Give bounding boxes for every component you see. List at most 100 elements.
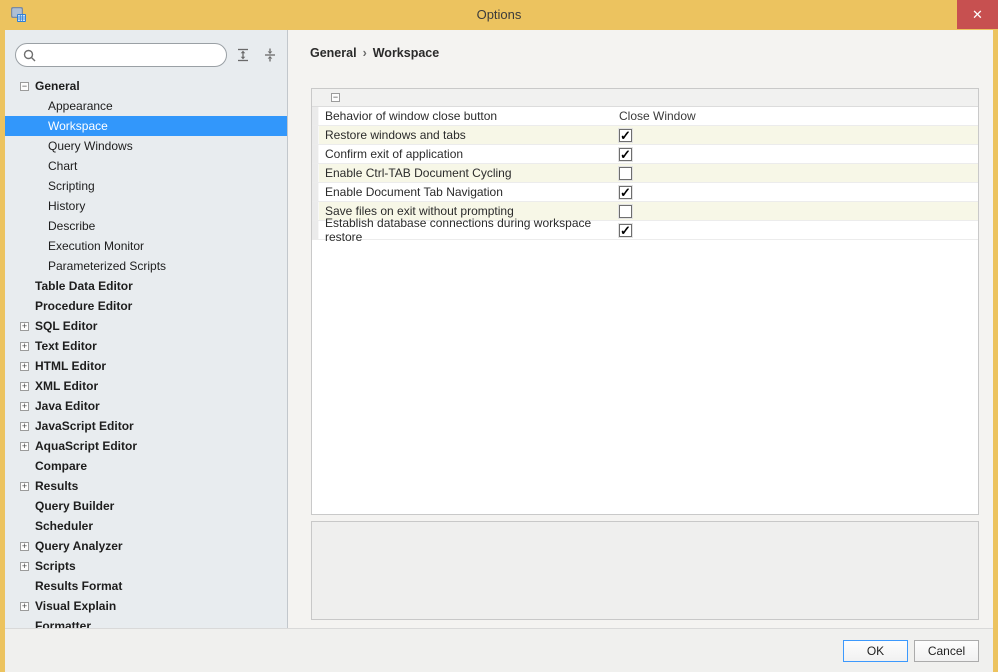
ok-button[interactable]: OK [843, 640, 908, 662]
settings-row-behavior-of-window-close-button: Behavior of window close buttonClose Win… [312, 107, 978, 126]
search-input[interactable] [36, 45, 226, 65]
sidebar-item-formatter[interactable]: +Formatter [5, 616, 287, 628]
sidebar-item-label: Query Builder [35, 499, 114, 513]
sidebar-item-html-editor[interactable]: + HTML Editor [5, 356, 287, 376]
restore-windows-and-tabs-checkbox[interactable]: ✓ [619, 129, 632, 142]
sidebar-item-xml-editor[interactable]: + XML Editor [5, 376, 287, 396]
setting-label: Behavior of window close button [319, 107, 619, 125]
sidebar-item-describe[interactable]: Describe [5, 216, 287, 236]
sidebar-item-appearance[interactable]: Appearance [5, 96, 287, 116]
sidebar-item-execution-monitor[interactable]: Execution Monitor [5, 236, 287, 256]
setting-label: Establish database connections during wo… [319, 221, 619, 239]
expand-expander-icon[interactable]: + [20, 442, 29, 451]
sidebar-item-query-analyzer[interactable]: + Query Analyzer [5, 536, 287, 556]
confirm-exit-of-application-checkbox[interactable]: ✓ [619, 148, 632, 161]
sidebar-item-label: Chart [48, 159, 77, 173]
setting-value: ✓ [619, 126, 978, 144]
sidebar-item-visual-explain[interactable]: + Visual Explain [5, 596, 287, 616]
title-bar[interactable]: Options ✕ [0, 0, 998, 30]
sidebar-item-javascript-editor[interactable]: + JavaScript Editor [5, 416, 287, 436]
sidebar-item-label: Formatter [35, 619, 91, 628]
sidebar-item-label: General [35, 79, 80, 93]
sidebar-item-java-editor[interactable]: +Java Editor [5, 396, 287, 416]
sidebar-item-results[interactable]: + Results [5, 476, 287, 496]
sidebar-item-query-windows[interactable]: Query Windows [5, 136, 287, 156]
sidebar-item-label: Results [35, 479, 78, 493]
sidebar-item-procedure-editor[interactable]: +Procedure Editor [5, 296, 287, 316]
breadcrumb-current: Workspace [373, 46, 439, 60]
sidebar-item-chart[interactable]: Chart [5, 156, 287, 176]
expand-expander-icon[interactable]: + [20, 362, 29, 371]
row-gutter [312, 107, 319, 125]
setting-label: Enable Ctrl-TAB Document Cycling [319, 164, 619, 182]
sidebar-item-sql-editor[interactable]: + SQL Editor [5, 316, 287, 336]
group-collapse-icon[interactable]: − [331, 93, 340, 102]
collapse-expander-icon[interactable]: − [20, 82, 29, 91]
magnifier-icon [23, 49, 36, 62]
setting-value: ✓ [619, 183, 978, 201]
sidebar-item-label: Workspace [48, 119, 108, 133]
enable-ctrl-tab-document-cycling-checkbox[interactable] [619, 167, 632, 180]
expand-expander-icon[interactable]: + [20, 322, 29, 331]
sidebar-item-parameterized-scripts[interactable]: Parameterized Scripts [5, 256, 287, 276]
expand-expander-icon[interactable]: + [20, 422, 29, 431]
settings-row-enable-ctrl-tab-document-cycling: Enable Ctrl-TAB Document Cycling [312, 164, 978, 183]
sidebar-item-label: JavaScript Editor [35, 419, 134, 433]
setting-value: ✓ [619, 145, 978, 163]
sidebar-item-label: Execution Monitor [48, 239, 144, 253]
sidebar-item-label: SQL Editor [35, 319, 97, 333]
sidebar-item-label: Query Analyzer [35, 539, 123, 553]
setting-value [619, 202, 978, 220]
expand-expander-icon[interactable]: + [20, 562, 29, 571]
sidebar-item-history[interactable]: History [5, 196, 287, 216]
sidebar-item-table-data-editor[interactable]: +Table Data Editor [5, 276, 287, 296]
sidebar-item-label: Scheduler [35, 519, 93, 533]
row-gutter [312, 164, 319, 182]
sidebar-item-label: Visual Explain [35, 599, 116, 613]
cancel-button[interactable]: Cancel [914, 640, 979, 662]
sidebar-item-workspace[interactable]: Workspace [5, 116, 287, 136]
setting-label: Enable Document Tab Navigation [319, 183, 619, 201]
sidebar-item-text-editor[interactable]: + Text Editor [5, 336, 287, 356]
sidebar-item-aquascript-editor[interactable]: +AquaScript Editor [5, 436, 287, 456]
sidebar-item-compare[interactable]: +Compare [5, 456, 287, 476]
search-box[interactable] [15, 43, 227, 67]
sidebar-item-scripting[interactable]: Scripting [5, 176, 287, 196]
row-gutter [312, 126, 319, 144]
sidebar-item-query-builder[interactable]: +Query Builder [5, 496, 287, 516]
expand-expander-icon[interactable]: + [20, 602, 29, 611]
sidebar-item-label: XML Editor [35, 379, 98, 393]
sidebar-item-label: HTML Editor [35, 359, 106, 373]
sidebar-item-scripts[interactable]: +Scripts [5, 556, 287, 576]
expand-expander-icon[interactable]: + [20, 342, 29, 351]
sidebar-item-label: Text Editor [35, 339, 97, 353]
expand-expander-icon[interactable]: + [20, 482, 29, 491]
settings-table: − Behavior of window close buttonClose W… [311, 88, 979, 515]
establish-database-connections-during-workspace-restore-checkbox[interactable]: ✓ [619, 224, 632, 237]
footer-bar: OK Cancel [5, 628, 993, 672]
setting-label: Confirm exit of application [319, 145, 619, 163]
sidebar-item-label: Results Format [35, 579, 122, 593]
collapse-all-icon[interactable] [262, 47, 278, 63]
row-gutter [312, 221, 319, 239]
setting-label: Restore windows and tabs [319, 126, 619, 144]
sidebar-item-label: History [48, 199, 85, 213]
sidebar-item-label: Table Data Editor [35, 279, 133, 293]
close-icon[interactable]: ✕ [957, 0, 998, 29]
expand-expander-icon[interactable]: + [20, 382, 29, 391]
expand-expander-icon[interactable]: + [20, 542, 29, 551]
row-gutter [312, 145, 319, 163]
options-sidebar: −GeneralAppearanceWorkspaceQuery Windows… [5, 30, 288, 628]
sidebar-item-label: Procedure Editor [35, 299, 132, 313]
enable-document-tab-navigation-checkbox[interactable]: ✓ [619, 186, 632, 199]
save-files-on-exit-without-prompting-checkbox[interactable] [619, 205, 632, 218]
breadcrumb-parent: General [310, 46, 357, 60]
sidebar-item-results-format[interactable]: +Results Format [5, 576, 287, 596]
sidebar-item-general[interactable]: −General [5, 76, 287, 96]
sidebar-item-scheduler[interactable]: +Scheduler [5, 516, 287, 536]
row-gutter [312, 183, 319, 201]
setting-value[interactable]: Close Window [619, 107, 978, 125]
settings-row-enable-document-tab-navigation: Enable Document Tab Navigation✓ [312, 183, 978, 202]
expand-expander-icon[interactable]: + [20, 402, 29, 411]
expand-all-icon[interactable] [235, 47, 251, 63]
